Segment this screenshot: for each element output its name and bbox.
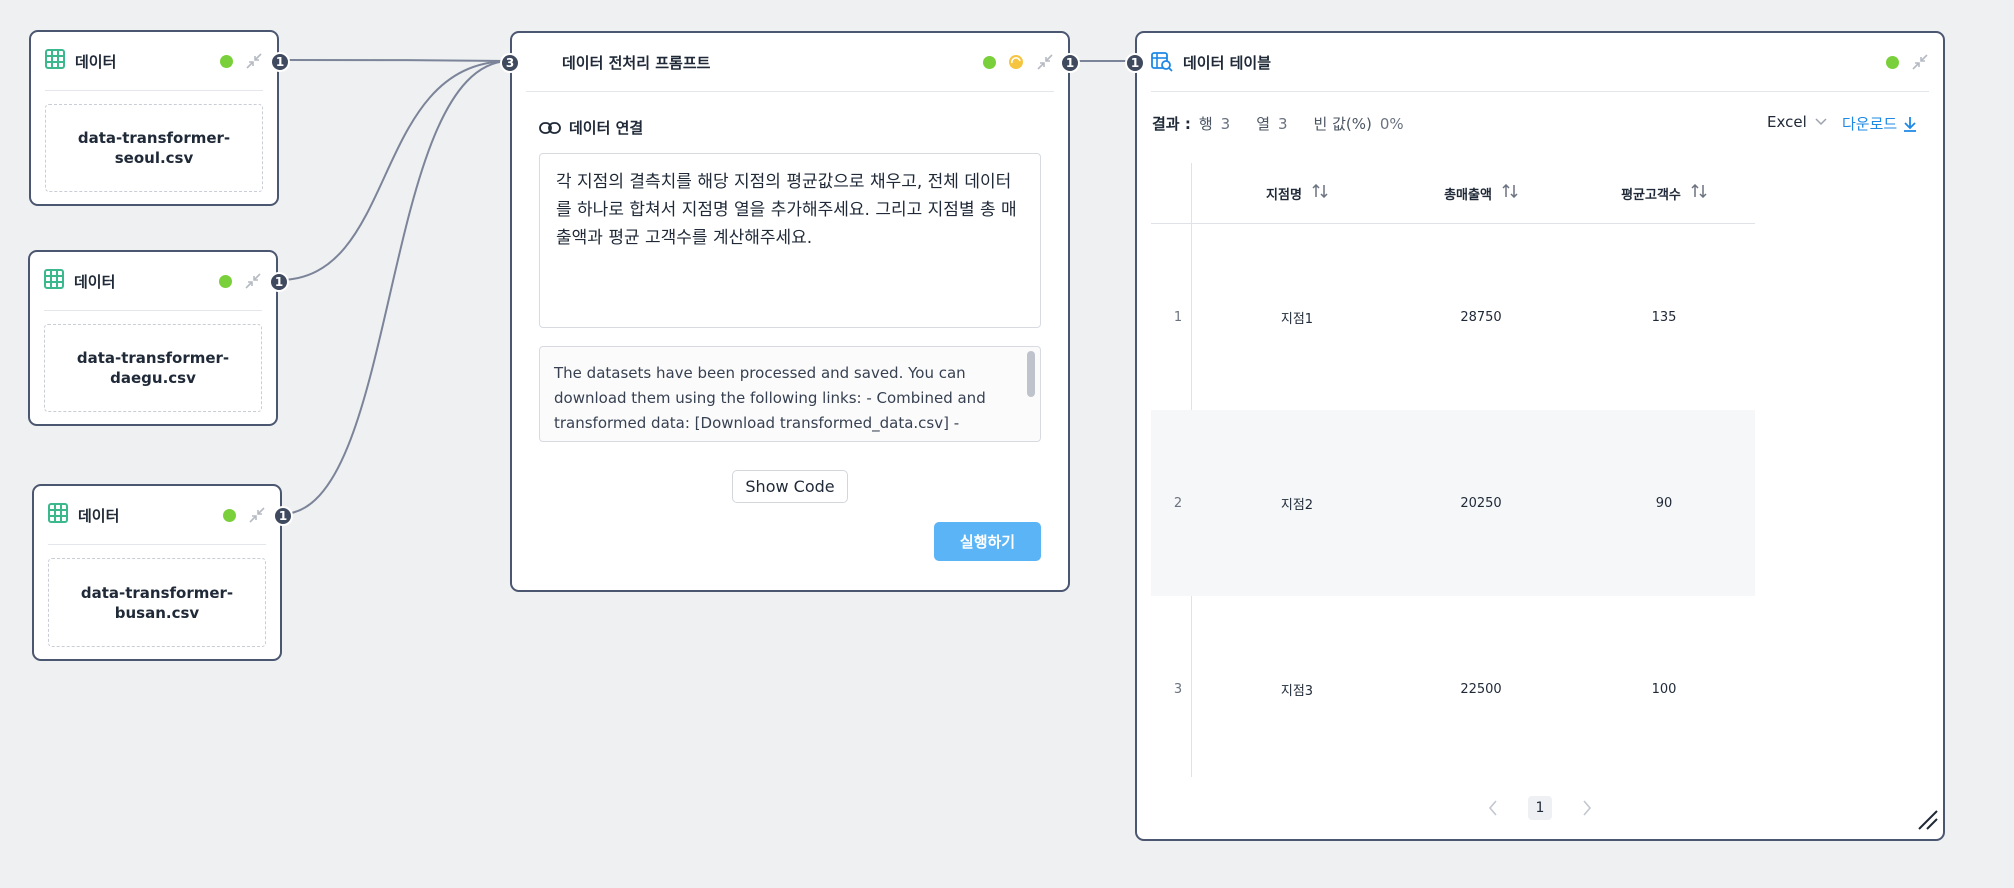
status-dot [220, 54, 233, 68]
rows-label: 행 [1198, 115, 1213, 133]
result-label: 결과 : [1152, 115, 1191, 133]
table-search-icon [1151, 52, 1173, 72]
chevron-right-icon[interactable] [1582, 800, 1592, 816]
table-row[interactable]: 3 지점3 22500 100 [1151, 596, 1755, 782]
grid-icon [45, 49, 65, 73]
column-header[interactable]: 총매출액 [1389, 163, 1573, 223]
output-port[interactable]: 1 [273, 506, 293, 526]
file-name: data-transformer-busan.csv [48, 558, 266, 647]
table-cell: 135 [1651, 309, 1677, 325]
node-title: 데이터 테이블 [1183, 53, 1272, 72]
format-value: Excel [1767, 113, 1807, 131]
edge-busan-to-prompt [281, 60, 511, 515]
row-index: 1 [1173, 309, 1183, 325]
column-header-label: 총매출액 [1444, 187, 1492, 203]
output-port[interactable]: 1 [270, 52, 290, 72]
file-name: data-transformer-seoul.csv [45, 104, 263, 192]
link-icon [539, 121, 561, 135]
collapse-icon[interactable] [1911, 53, 1929, 71]
output-port[interactable]: 1 [1060, 53, 1080, 73]
empty-value: 0% [1379, 114, 1404, 133]
data-node-daegu[interactable]: 데이터 data-transformer-daegu.csv 1 [28, 250, 289, 426]
status-dot [983, 55, 996, 69]
prompt-input[interactable]: 각 지점의 결측치를 해당 지점의 평균값으로 채우고, 전체 데이터를 하나로… [539, 153, 1041, 328]
table-cell: 28750 [1460, 309, 1502, 325]
result-output[interactable]: The datasets have been processed and sav… [539, 346, 1041, 442]
cols-value: 3 [1278, 114, 1288, 133]
column-header-label: 지점명 [1266, 187, 1302, 203]
row-index: 2 [1173, 495, 1183, 511]
grid-icon [48, 503, 68, 527]
node-header: 데이터 전처리 프롬프트 [526, 33, 1054, 92]
index-header [1151, 163, 1205, 223]
cols-label: 열 [1256, 115, 1270, 133]
table-cell: 지점1 [1280, 311, 1314, 327]
download-button[interactable]: 다운로드 [1842, 113, 1917, 134]
prompt-node[interactable]: 데이터 전처리 프롬프트 3 1 데이터 연결 각 지점의 결측치를 해당 지점… [500, 31, 1080, 592]
download-icon [1903, 116, 1917, 132]
scrollbar[interactable] [1027, 351, 1035, 397]
column-header[interactable]: 지점명 [1205, 163, 1389, 223]
node-title: 데이터 [75, 52, 117, 71]
row-index: 3 [1173, 681, 1183, 697]
table-cell: 22500 [1460, 681, 1502, 697]
edge-seoul-to-prompt [280, 59, 511, 62]
status-dot [223, 508, 236, 522]
input-port[interactable]: 1 [1125, 53, 1145, 73]
node-header: 데이터 [48, 486, 266, 545]
chevron-left-icon[interactable] [1488, 800, 1498, 816]
column-header[interactable]: 평균고객수 [1573, 163, 1755, 223]
empty-label: 빈 값(%) [1313, 115, 1372, 133]
data-connection-label: 데이터 연결 [539, 117, 643, 138]
data-table-node[interactable]: 데이터 테이블 1 결과 : 행 3 열 3 빈 값(%) 0% Excel 다… [1125, 31, 1945, 841]
output-port[interactable]: 1 [269, 272, 289, 292]
sort-icon[interactable] [1312, 183, 1328, 202]
grid-icon [44, 269, 64, 293]
table-cell: 100 [1651, 681, 1677, 697]
table-cell: 90 [1655, 495, 1673, 511]
section-label-text: 데이터 연결 [569, 119, 644, 137]
status-dot [1886, 55, 1899, 69]
resize-icon[interactable] [1917, 809, 1939, 835]
collapse-icon[interactable] [248, 506, 266, 524]
edge-daegu-to-prompt [278, 60, 511, 281]
status-dot [219, 274, 232, 288]
node-title: 데이터 [74, 272, 116, 291]
run-button[interactable]: 실행하기 [934, 522, 1041, 561]
column-header-label: 평균고객수 [1621, 187, 1681, 203]
pagination: 1 [1137, 796, 1943, 820]
node-header: 데이터 [45, 32, 263, 91]
format-select[interactable]: Excel [1767, 113, 1827, 131]
data-node-busan[interactable]: 데이터 data-transformer-busan.csv 1 [32, 484, 293, 661]
table-cell: 지점2 [1280, 497, 1314, 513]
download-label: 다운로드 [1842, 115, 1898, 133]
chevron-down-icon [1815, 118, 1827, 126]
table-row[interactable]: 1 지점1 28750 135 [1151, 224, 1755, 410]
node-header: 데이터 [44, 252, 262, 311]
data-table: 지점명 총매출액 평균고객수 1 지점1 28750 135 2 지점2 202… [1151, 163, 1755, 782]
collapse-icon[interactable] [244, 272, 262, 290]
node-title: 데이터 [78, 506, 120, 525]
table-row[interactable]: 2 지점2 20250 90 [1151, 410, 1755, 596]
data-node-seoul[interactable]: 데이터 data-transformer-seoul.csv 1 [29, 30, 290, 206]
sort-icon[interactable] [1502, 183, 1518, 202]
node-title: 데이터 전처리 프롬프트 [562, 53, 711, 72]
rows-value: 3 [1220, 114, 1231, 133]
table-cell: 20250 [1460, 495, 1502, 511]
loading-icon [1008, 54, 1024, 70]
result-text: The datasets have been processed and sav… [554, 364, 1002, 441]
show-code-button[interactable]: Show Code [732, 470, 848, 503]
page-number[interactable]: 1 [1528, 796, 1552, 820]
input-port[interactable]: 3 [500, 53, 520, 73]
table-cell: 지점3 [1280, 683, 1314, 699]
sort-icon[interactable] [1691, 183, 1707, 202]
collapse-icon[interactable] [245, 52, 263, 70]
file-name: data-transformer-daegu.csv [44, 324, 262, 412]
result-summary: 결과 : 행 3 열 3 빈 값(%) 0% [1152, 113, 1422, 134]
node-header: 데이터 테이블 [1151, 33, 1929, 92]
table-header: 지점명 총매출액 평균고객수 [1151, 163, 1755, 224]
collapse-icon[interactable] [1036, 53, 1054, 71]
